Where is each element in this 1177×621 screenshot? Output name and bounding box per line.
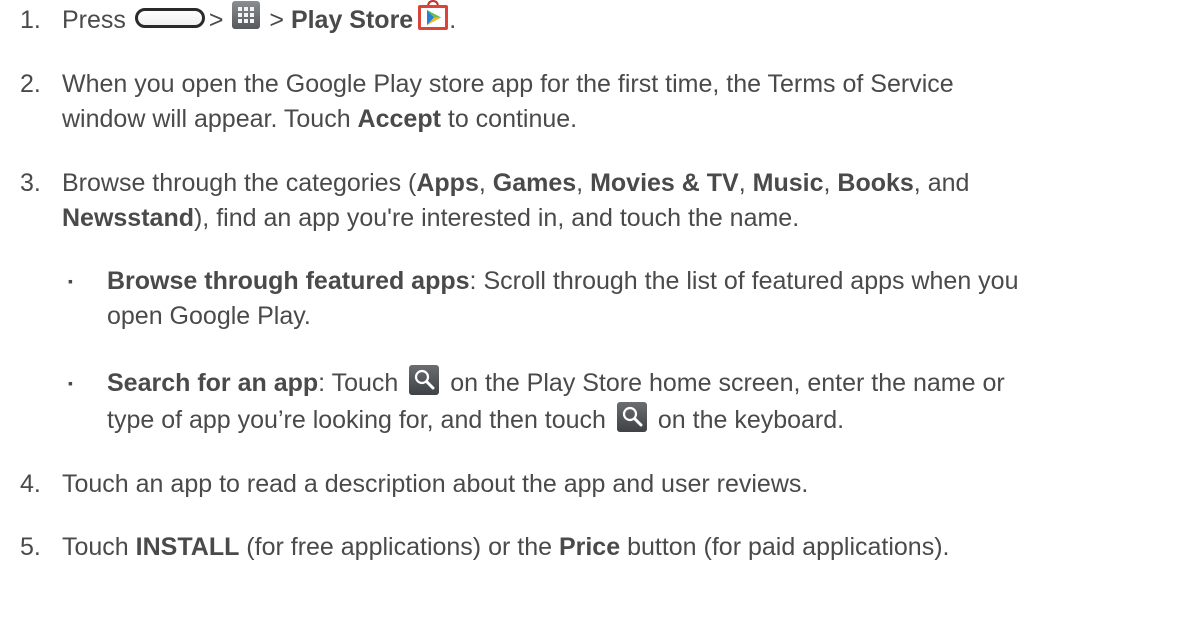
bullet-2-text-2: type of app you’re looking for, and then… bbox=[107, 406, 613, 434]
sep-1: , bbox=[478, 169, 493, 197]
step-5-text: Touch bbox=[62, 533, 136, 561]
step-1: Press > > Play Store . bbox=[62, 0, 457, 37]
bullet-2-text-end: on the keyboard. bbox=[650, 406, 845, 434]
bullet-2-title: Search for an app bbox=[107, 369, 319, 397]
instructions-page: 1. Press > > Play Store . 2. When you op… bbox=[0, 0, 1177, 621]
bullet-1-title: Browse through featured apps bbox=[107, 267, 470, 295]
bullet-2-line-2: type of app you’re looking for, and then… bbox=[107, 402, 845, 436]
step-3-number: 3. bbox=[20, 169, 41, 197]
step-4: Touch an app to read a description about… bbox=[62, 470, 809, 498]
accept-label: Accept bbox=[357, 105, 441, 133]
bullet-1-line-2: open Google Play. bbox=[107, 302, 311, 330]
bullet-2-line-1: Search for an app: Touch on the Play Sto… bbox=[107, 365, 1005, 399]
category-books: Books bbox=[837, 169, 914, 197]
step-2-line-1: When you open the Google Play store app … bbox=[62, 70, 954, 98]
step-2-line-2: window will appear. Touch Accept to cont… bbox=[62, 104, 577, 134]
step-3-text: Browse through the categories ( bbox=[62, 169, 417, 197]
step-5-text-mid: (for free applications) or the bbox=[239, 533, 559, 561]
search-icon bbox=[616, 402, 647, 433]
step-1-number: 1. bbox=[20, 6, 41, 34]
price-label: Price bbox=[558, 533, 621, 561]
search-icon bbox=[409, 365, 440, 396]
bullet-2-text: : Touch bbox=[318, 369, 406, 397]
play-store-icon bbox=[417, 0, 449, 31]
step-2-number: 2. bbox=[20, 70, 41, 98]
home-button-icon bbox=[134, 8, 205, 29]
apps-grid-icon bbox=[232, 1, 261, 30]
bullet-1-line-1: Browse through featured apps: Scroll thr… bbox=[107, 266, 1019, 296]
step-5: Touch INSTALL (for free applications) or… bbox=[62, 532, 949, 562]
sep-2: , bbox=[576, 169, 591, 197]
category-apps: Apps bbox=[416, 169, 479, 197]
step-1-press: Press bbox=[62, 6, 126, 34]
step-2-text-end: to continue. bbox=[440, 105, 578, 133]
category-games: Games bbox=[492, 169, 577, 197]
sep-and: , and bbox=[913, 169, 970, 197]
category-music: Music bbox=[752, 169, 824, 197]
step-3-text-end: ), find an app you're interested in, and… bbox=[193, 204, 800, 232]
play-store-label: Play Store bbox=[290, 6, 414, 34]
bullet-marker: ▪ bbox=[68, 273, 73, 289]
step-1-gt-1: > bbox=[208, 6, 224, 34]
step-3-line-1: Browse through the categories (Apps, Gam… bbox=[62, 168, 969, 198]
step-4-number: 4. bbox=[20, 470, 41, 498]
step-1-gt-2: > bbox=[269, 6, 284, 34]
step-5-number: 5. bbox=[20, 533, 41, 561]
sep-4: , bbox=[823, 169, 838, 197]
bullet-marker: ▪ bbox=[68, 375, 73, 391]
step-3-line-2: Newsstand), find an app you're intereste… bbox=[62, 203, 799, 233]
bullet-2-text-cont: on the Play Store home screen, enter the… bbox=[443, 369, 1005, 397]
category-newsstand: Newsstand bbox=[62, 204, 194, 232]
step-2-text: window will appear. Touch bbox=[62, 105, 358, 133]
step-1-end: . bbox=[449, 6, 457, 34]
bullet-1-text: : Scroll through the list of featured ap… bbox=[469, 267, 1019, 295]
step-5-text-end: button (for paid applications). bbox=[620, 533, 950, 561]
category-movies-tv: Movies & TV bbox=[590, 169, 739, 197]
sep-3: , bbox=[738, 169, 753, 197]
install-label: INSTALL bbox=[135, 533, 240, 561]
